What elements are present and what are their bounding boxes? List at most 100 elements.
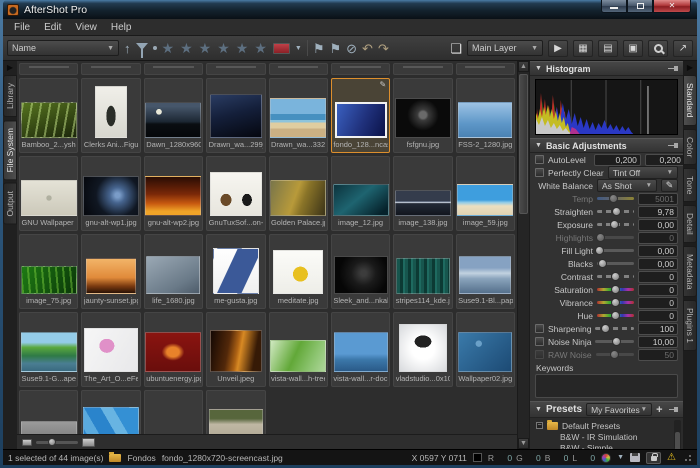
fullscreen-icon[interactable]: ↗ [673, 40, 693, 57]
thumbnail-cell[interactable] [331, 63, 390, 75]
slider[interactable] [597, 220, 634, 229]
thumbnail-cell[interactable]: vista-wall...h-tree.jpg [269, 312, 328, 387]
tab-plugins[interactable]: Plugins 1 [683, 300, 697, 351]
thumbnail-cell[interactable]: image_12.jpg [331, 156, 390, 231]
preset-folder[interactable]: −Default Presets [536, 420, 673, 431]
thumbnail-cell[interactable]: Drawn_wa...332_.jpg [269, 78, 328, 153]
tint-dropdown[interactable]: Tint Off▼ [608, 166, 678, 179]
checkbox[interactable] [535, 337, 544, 346]
thumbnail-cell[interactable] [206, 390, 265, 434]
slider[interactable] [595, 337, 634, 346]
thumbnail-cell[interactable]: stripes114_kde.jpg [393, 234, 452, 309]
warning-icon[interactable]: ⚠ [667, 452, 676, 463]
sort-direction-icon[interactable]: ↑ [124, 42, 131, 55]
image-preview-view-icon[interactable]: ▣ [623, 40, 643, 57]
value-input[interactable]: 10,00 [638, 336, 678, 348]
thumbnail-cell[interactable] [19, 63, 78, 75]
thumbnail-cell[interactable]: FSS-2_1280.jpg [456, 78, 515, 153]
preset-item[interactable]: B&W - IR Simulation [536, 431, 673, 442]
value-input[interactable]: 0,00 [638, 219, 678, 231]
thumbnail-cell[interactable]: gnu-alt-wp2.jpg [144, 156, 203, 231]
title-bar[interactable]: AfterShot Pro ✕ [3, 0, 697, 19]
checkbox[interactable] [535, 324, 544, 333]
preset-collection-dropdown[interactable]: My Favorites▼ [586, 403, 652, 416]
flag-pick-icon[interactable]: ⚑ [313, 42, 325, 55]
slider[interactable] [597, 233, 634, 242]
thumbnail-cell[interactable]: life_1680.jpg [144, 234, 203, 309]
thumbnail-size-slider[interactable] [36, 441, 78, 444]
slider[interactable] [597, 311, 634, 320]
thumbnail-cell[interactable]: Unveil.jpeg [206, 312, 265, 387]
thumbnail-cell[interactable]: GnuTuxSof...on-v1.jpg [206, 156, 265, 231]
thumbnail-cell[interactable]: ✎fondo_128...ncast.jpg [331, 78, 390, 153]
slider[interactable] [597, 272, 634, 281]
checkbox[interactable] [535, 155, 544, 164]
tab-color[interactable]: Color [683, 129, 697, 165]
slider[interactable] [596, 350, 634, 359]
preset-item[interactable]: B&W - Simple [536, 442, 673, 449]
thumbnail-cell[interactable] [144, 63, 203, 75]
eyedropper-icon[interactable]: ✎ [661, 179, 678, 192]
thumbnail-cell[interactable]: GNU Wallpaper 2.jpg [19, 156, 78, 231]
thumbnail-cell[interactable]: gnu-alt-wp1.jpg [81, 156, 140, 231]
thumbnail-cell[interactable]: vladstudio...0x1024.jpg [393, 312, 452, 387]
slider[interactable] [597, 207, 634, 216]
tab-output[interactable]: Output [3, 183, 17, 225]
thumbnail-cell[interactable] [456, 63, 515, 75]
thumbnail-cell[interactable]: meditate.jpg [269, 234, 328, 309]
collapse-icon[interactable]: ▼ [535, 406, 542, 413]
thumbnail-cell[interactable] [206, 63, 265, 75]
star-rating-6-icon[interactable]: ★ [254, 41, 268, 55]
no-rating-filter-icon[interactable] [153, 46, 157, 50]
value-input[interactable]: 0,200 [594, 154, 641, 166]
checkbox[interactable] [535, 168, 544, 177]
tab-detail[interactable]: Detail [683, 205, 697, 243]
layers-icon[interactable]: ❏ [450, 42, 462, 55]
thumbnail-cell[interactable]: Golden Palace.jpg [269, 156, 328, 231]
value-input[interactable]: 0,00 [638, 258, 678, 270]
value-input[interactable]: 0 [638, 284, 678, 296]
slider-handle[interactable] [610, 350, 619, 359]
slider[interactable] [595, 324, 634, 333]
thumbnail-cell[interactable]: ubuntuenergy.jpg [144, 312, 203, 387]
white-balance-dropdown[interactable]: As Shot▼ [597, 179, 657, 192]
thumbnail-cell[interactable] [81, 63, 140, 75]
slider[interactable] [597, 298, 634, 307]
color-profile-icon[interactable] [601, 453, 611, 463]
slider-handle[interactable] [48, 438, 56, 446]
collapse-icon[interactable]: ▼ [535, 65, 542, 72]
thumbnail-cell[interactable] [269, 63, 328, 75]
scroll-down-icon[interactable]: ▼ [518, 438, 529, 449]
presets-header[interactable]: ▼ Presets My Favorites▼ + [530, 401, 683, 418]
value-input[interactable]: 0 [638, 310, 678, 322]
tab-metadata[interactable]: Metadata [683, 246, 697, 297]
slider-handle[interactable] [609, 194, 618, 203]
thumbnail-cell[interactable] [144, 390, 203, 434]
thumbnail-cell[interactable] [393, 63, 452, 75]
slider[interactable] [597, 194, 634, 203]
slider-handle[interactable] [611, 285, 620, 294]
basic-adjustments-header[interactable]: ▼ Basic Adjustments [530, 138, 683, 153]
flag-review-icon[interactable]: ⚑ [329, 42, 341, 55]
thumbnail-cell[interactable]: fsfgnu.jpg [393, 78, 452, 153]
keywords-input[interactable] [535, 374, 678, 398]
thumbnail-cell[interactable]: image_75.jpg [19, 234, 78, 309]
lock-button[interactable] [646, 452, 661, 464]
magnifier-icon[interactable] [648, 40, 668, 57]
browse-panel-view-icon[interactable]: ▤ [598, 40, 618, 57]
thumbnail-cell[interactable]: Clerks Ani...Figure.jpg [81, 78, 140, 153]
value-input[interactable]: 9,78 [638, 206, 678, 218]
thumbnail-cell[interactable] [19, 390, 78, 434]
slider-handle[interactable] [611, 272, 620, 281]
collapse-right-panel-icon[interactable]: ▶ [687, 63, 693, 72]
color-label-dropdown-icon[interactable]: ▼ [295, 42, 302, 55]
menu-view[interactable]: View [68, 21, 104, 34]
value-input[interactable]: 50 [638, 349, 678, 361]
tab-library[interactable]: Library [3, 75, 17, 117]
save-disk-icon[interactable] [630, 453, 640, 462]
filter-icon[interactable] [136, 43, 148, 50]
slider-handle[interactable] [612, 207, 621, 216]
rotate-left-icon[interactable]: ↶ [362, 42, 373, 55]
slider-handle[interactable] [595, 246, 604, 255]
slider[interactable] [597, 285, 634, 294]
